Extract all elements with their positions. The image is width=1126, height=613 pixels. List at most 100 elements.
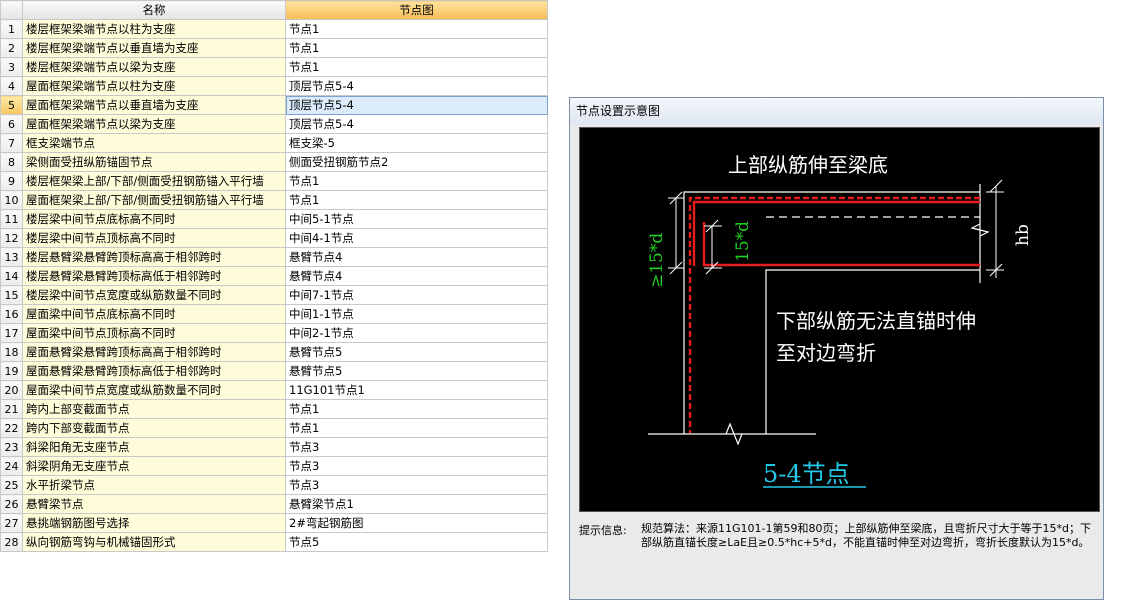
row-name-cell[interactable]: 楼层框架梁端节点以柱为支座: [22, 19, 286, 39]
row-node-cell[interactable]: 节点1: [285, 171, 548, 191]
row-node-cell[interactable]: 侧面受扭钢筋节点2: [285, 152, 548, 172]
row-index[interactable]: 11: [0, 209, 23, 229]
row-node-cell[interactable]: 节点5: [285, 532, 548, 552]
row-index[interactable]: 23: [0, 437, 23, 457]
row-name-cell[interactable]: 框支梁端节点: [22, 133, 286, 153]
row-index[interactable]: 6: [0, 114, 23, 134]
table-row[interactable]: 12 楼层梁中间节点顶标高不同时 中间4-1节点: [0, 228, 548, 248]
row-node-cell[interactable]: 悬臂节点4: [285, 247, 548, 267]
row-index[interactable]: 3: [0, 57, 23, 77]
row-index[interactable]: 2: [0, 38, 23, 58]
table-row[interactable]: 23 斜梁阳角无支座节点 节点3: [0, 437, 548, 457]
row-name-cell[interactable]: 楼层悬臂梁悬臂跨顶标高低于相邻跨时: [22, 266, 286, 286]
row-name-cell[interactable]: 悬臂梁节点: [22, 494, 286, 514]
table-row[interactable]: 18 屋面悬臂梁悬臂跨顶标高高于相邻跨时 悬臂节点5: [0, 342, 548, 362]
row-index[interactable]: 24: [0, 456, 23, 476]
table-row[interactable]: 6 屋面框架梁端节点以梁为支座 顶层节点5-4: [0, 114, 548, 134]
row-index[interactable]: 19: [0, 361, 23, 381]
table-row[interactable]: 9 楼层框架梁上部/下部/侧面受扭钢筋锚入平行墙 节点1: [0, 171, 548, 191]
table-row[interactable]: 1 楼层框架梁端节点以柱为支座 节点1: [0, 19, 548, 39]
row-name-cell[interactable]: 屋面悬臂梁悬臂跨顶标高高于相邻跨时: [22, 342, 286, 362]
row-node-cell[interactable]: 悬臂梁节点1: [285, 494, 548, 514]
row-name-cell[interactable]: 屋面梁中间节点顶标高不同时: [22, 323, 286, 343]
row-node-cell[interactable]: 节点1: [285, 399, 548, 419]
row-node-cell[interactable]: 中间2-1节点: [285, 323, 548, 343]
row-name-cell[interactable]: 楼层梁中间节点宽度或纵筋数量不同时: [22, 285, 286, 305]
row-node-cell[interactable]: 节点1: [285, 190, 548, 210]
row-node-cell[interactable]: 节点3: [285, 456, 548, 476]
row-index[interactable]: 20: [0, 380, 23, 400]
row-name-cell[interactable]: 屋面框架梁端节点以梁为支座: [22, 114, 286, 134]
row-node-cell[interactable]: 顶层节点5-4: [285, 114, 548, 134]
table-row[interactable]: 3 楼层框架梁端节点以梁为支座 节点1: [0, 57, 548, 77]
row-node-cell[interactable]: 节点1: [285, 57, 548, 77]
row-node-cell[interactable]: 悬臂节点4: [285, 266, 548, 286]
row-node-cell[interactable]: 框支梁-5: [285, 133, 548, 153]
row-index[interactable]: 17: [0, 323, 23, 343]
row-node-cell[interactable]: 节点3: [285, 475, 548, 495]
row-index[interactable]: 22: [0, 418, 23, 438]
row-index[interactable]: 13: [0, 247, 23, 267]
row-index[interactable]: 10: [0, 190, 23, 210]
row-name-cell[interactable]: 楼层框架梁端节点以垂直墙为支座: [22, 38, 286, 58]
row-name-cell[interactable]: 楼层框架梁上部/下部/侧面受扭钢筋锚入平行墙: [22, 171, 286, 191]
table-row[interactable]: 7 框支梁端节点 框支梁-5: [0, 133, 548, 153]
table-row[interactable]: 5 屋面框架梁端节点以垂直墙为支座 顶层节点5-4: [0, 95, 548, 115]
row-index[interactable]: 4: [0, 76, 23, 96]
row-node-cell[interactable]: 节点1: [285, 19, 548, 39]
table-row[interactable]: 19 屋面悬臂梁悬臂跨顶标高低于相邻跨时 悬臂节点5: [0, 361, 548, 381]
row-name-cell[interactable]: 屋面框架梁上部/下部/侧面受扭钢筋锚入平行墙: [22, 190, 286, 210]
header-node[interactable]: 节点图: [285, 0, 548, 20]
row-index[interactable]: 7: [0, 133, 23, 153]
row-name-cell[interactable]: 梁侧面受扭纵筋锚固节点: [22, 152, 286, 172]
row-node-cell[interactable]: 顶层节点5-4: [285, 76, 548, 96]
table-row[interactable]: 26 悬臂梁节点 悬臂梁节点1: [0, 494, 548, 514]
table-row[interactable]: 13 楼层悬臂梁悬臂跨顶标高高于相邻跨时 悬臂节点4: [0, 247, 548, 267]
row-name-cell[interactable]: 跨内下部变截面节点: [22, 418, 286, 438]
table-row[interactable]: 14 楼层悬臂梁悬臂跨顶标高低于相邻跨时 悬臂节点4: [0, 266, 548, 286]
table-row[interactable]: 2 楼层框架梁端节点以垂直墙为支座 节点1: [0, 38, 548, 58]
row-index[interactable]: 26: [0, 494, 23, 514]
row-index[interactable]: 28: [0, 532, 23, 552]
table-row[interactable]: 15 楼层梁中间节点宽度或纵筋数量不同时 中间7-1节点: [0, 285, 548, 305]
row-node-cell[interactable]: 悬臂节点5: [285, 361, 548, 381]
row-name-cell[interactable]: 楼层框架梁端节点以梁为支座: [22, 57, 286, 77]
row-node-cell[interactable]: 中间4-1节点: [285, 228, 548, 248]
table-row[interactable]: 11 楼层梁中间节点底标高不同时 中间5-1节点: [0, 209, 548, 229]
row-index[interactable]: 18: [0, 342, 23, 362]
row-name-cell[interactable]: 跨内上部变截面节点: [22, 399, 286, 419]
row-name-cell[interactable]: 纵向钢筋弯钩与机械锚固形式: [22, 532, 286, 552]
row-name-cell[interactable]: 斜梁阳角无支座节点: [22, 437, 286, 457]
row-index[interactable]: 1: [0, 19, 23, 39]
row-index[interactable]: 9: [0, 171, 23, 191]
row-node-cell[interactable]: 中间7-1节点: [285, 285, 548, 305]
row-name-cell[interactable]: 屋面框架梁端节点以垂直墙为支座: [22, 95, 286, 115]
row-name-cell[interactable]: 楼层梁中间节点顶标高不同时: [22, 228, 286, 248]
row-node-cell[interactable]: 节点1: [285, 38, 548, 58]
row-node-cell[interactable]: 中间1-1节点: [285, 304, 548, 324]
table-row[interactable]: 28 纵向钢筋弯钩与机械锚固形式 节点5: [0, 532, 548, 552]
row-index[interactable]: 16: [0, 304, 23, 324]
row-node-cell[interactable]: 11G101节点1: [285, 380, 548, 400]
row-index[interactable]: 14: [0, 266, 23, 286]
table-row[interactable]: 27 悬挑端钢筋图号选择 2#弯起钢筋图: [0, 513, 548, 533]
table-row[interactable]: 8 梁侧面受扭纵筋锚固节点 侧面受扭钢筋节点2: [0, 152, 548, 172]
row-index[interactable]: 21: [0, 399, 23, 419]
row-node-cell[interactable]: 节点3: [285, 437, 548, 457]
row-name-cell[interactable]: 屋面梁中间节点宽度或纵筋数量不同时: [22, 380, 286, 400]
row-index[interactable]: 15: [0, 285, 23, 305]
row-node-cell[interactable]: 悬臂节点5: [285, 342, 548, 362]
table-row[interactable]: 21 跨内上部变截面节点 节点1: [0, 399, 548, 419]
row-index[interactable]: 25: [0, 475, 23, 495]
header-name[interactable]: 名称: [22, 0, 286, 20]
table-row[interactable]: 22 跨内下部变截面节点 节点1: [0, 418, 548, 438]
row-index[interactable]: 27: [0, 513, 23, 533]
table-row[interactable]: 4 屋面框架梁端节点以柱为支座 顶层节点5-4: [0, 76, 548, 96]
table-row[interactable]: 20 屋面梁中间节点宽度或纵筋数量不同时 11G101节点1: [0, 380, 548, 400]
row-name-cell[interactable]: 屋面悬臂梁悬臂跨顶标高低于相邻跨时: [22, 361, 286, 381]
table-row[interactable]: 25 水平折梁节点 节点3: [0, 475, 548, 495]
row-name-cell[interactable]: 屋面梁中间节点底标高不同时: [22, 304, 286, 324]
table-row[interactable]: 10 屋面框架梁上部/下部/侧面受扭钢筋锚入平行墙 节点1: [0, 190, 548, 210]
table-row[interactable]: 17 屋面梁中间节点顶标高不同时 中间2-1节点: [0, 323, 548, 343]
row-node-cell[interactable]: 顶层节点5-4: [285, 95, 548, 115]
